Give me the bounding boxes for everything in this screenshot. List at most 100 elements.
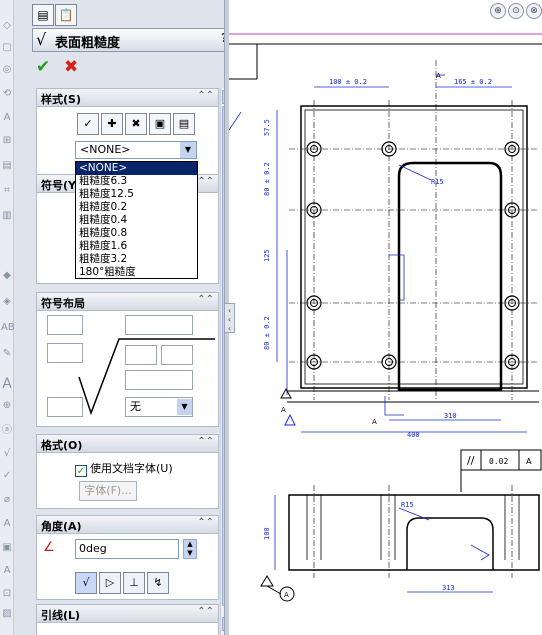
angle-spinner[interactable]: ▲ ▼	[183, 539, 197, 559]
dim-left-2: 80 ± 0.2	[263, 162, 271, 196]
dim-left-4: 80 ± 0.2	[263, 316, 271, 350]
tool-icon[interactable]: ◎	[1, 64, 13, 76]
perpendicular-button[interactable]: ⊥	[123, 572, 145, 594]
delete-style-button[interactable]: ✖	[125, 113, 147, 135]
collapse-icon[interactable]: ⌃⌃	[197, 176, 214, 187]
collapse-icon[interactable]: ⌃⌃	[197, 294, 214, 305]
tool-icon[interactable]: A	[1, 565, 13, 577]
tool-icon[interactable]: ⟲	[1, 88, 13, 100]
style-group-header[interactable]: 样式(S) ⌃⌃	[37, 89, 218, 107]
cancel-button[interactable]: ✖	[64, 57, 78, 77]
save-style-button[interactable]: ▣	[149, 113, 171, 135]
style-option[interactable]: 粗糙度0.8	[76, 227, 197, 240]
format-group-header[interactable]: 格式(O) ⌃⌃	[37, 435, 218, 453]
use-doc-font-label: 使用文档字体(U)	[90, 462, 173, 475]
apply-style-button[interactable]: ✓	[77, 113, 99, 135]
central-pocket	[397, 161, 503, 392]
font-button[interactable]: 字体(F)...	[79, 481, 137, 501]
tool-icon[interactable]: ◈	[1, 296, 13, 308]
use-doc-font-checkbox[interactable]: ✓ 使用文档字体(U)	[75, 460, 173, 477]
drawing-canvas[interactable]: ⊕ ⊙ ⊗ 100 ± 0.2 165 ± 0.2 57.5 80 ± 0.2 …	[229, 0, 542, 635]
layout-select[interactable]: 无 ▼	[125, 397, 193, 417]
leader-group-title: 引线(L)	[41, 609, 81, 622]
drawing-sheet: 100 ± 0.2 165 ± 0.2 57.5 80 ± 0.2 125 80…	[229, 33, 542, 602]
dim-top-left: 100 ± 0.2	[329, 78, 367, 86]
dim-bottom-1: 310	[444, 412, 457, 420]
bolt-holes	[306, 141, 520, 370]
perpendicular-reverse-button[interactable]: ↯	[147, 572, 169, 594]
tool-icon[interactable]: ⊞	[1, 135, 13, 147]
style-select-value: <NONE>	[80, 143, 131, 156]
layout-select-value: 无	[130, 400, 141, 413]
tool-icon[interactable]: ▢	[1, 42, 13, 54]
style-option[interactable]: 粗糙度0.2	[76, 201, 197, 214]
tool-icon[interactable]: A	[1, 112, 13, 124]
dim-bottom-2: 400	[407, 431, 420, 439]
tree-icon: ▤	[37, 8, 49, 22]
tool-icon[interactable]: ⊕	[1, 400, 13, 412]
tool-icon[interactable]: ABC	[1, 322, 22, 334]
collapse-icon[interactable]: ⌃⌃	[197, 606, 214, 617]
format-group: 格式(O) ⌃⌃ ✓ 使用文档字体(U) 字体(F)...	[36, 434, 219, 509]
style-select[interactable]: <NONE> ▼	[75, 141, 197, 159]
style-option[interactable]: <NONE>	[76, 162, 197, 175]
dim-section-width: 313	[442, 584, 455, 592]
rotate-90-icon: ▷	[105, 576, 115, 589]
checkbox-checked-icon[interactable]: ✓	[75, 465, 87, 477]
chevron-down-icon[interactable]: ▼	[177, 399, 192, 415]
angle-group-header[interactable]: 角度(A) ⌃⌃	[37, 516, 218, 534]
leader-group-header[interactable]: 引线(L) ⌃⌃	[37, 605, 218, 623]
collapse-icon[interactable]: ⌃⌃	[197, 517, 214, 528]
tool-icon[interactable]: ▤	[1, 160, 13, 172]
dimension-lines	[229, 74, 527, 433]
tool-icon[interactable]: ▨	[1, 608, 13, 620]
collapse-icon[interactable]: ⌃⌃	[197, 90, 214, 101]
tool-icon[interactable]: ⊡	[1, 588, 13, 600]
dim-left-3: 125	[263, 249, 271, 262]
style-option[interactable]: 粗糙度6.3	[76, 175, 197, 188]
collapse-icon[interactable]: ⌃⌃	[197, 436, 214, 447]
style-option[interactable]: 180°粗糙度	[76, 266, 197, 279]
tool-icon[interactable]: ⌗	[1, 185, 13, 197]
datum-triangle-icon	[284, 413, 296, 426]
symbol-layout-group-title: 符号布局	[41, 297, 85, 310]
tool-icon[interactable]: ◇	[1, 20, 13, 32]
style-option[interactable]: 粗糙度3.2	[76, 253, 197, 266]
tool-icon[interactable]: ⓐ	[1, 425, 13, 437]
style-option[interactable]: 粗糙度12.5	[76, 188, 197, 201]
top-view-outline	[300, 105, 528, 389]
chevron-down-icon[interactable]: ▼	[180, 142, 196, 158]
rotate-90-button[interactable]: ▷	[99, 572, 121, 594]
load-style-button[interactable]: ▤	[173, 113, 195, 135]
add-style-button[interactable]: ✚	[101, 113, 123, 135]
tab-property-manager[interactable]: 📋	[55, 4, 77, 26]
symbol-layout-group-header[interactable]: 符号布局 ⌃⌃	[37, 293, 218, 311]
rotate-upright-button[interactable]: √	[75, 572, 97, 594]
tool-icon[interactable]: ✓	[1, 470, 13, 482]
angle-input[interactable]: 0deg	[75, 539, 179, 559]
angle-group-title: 角度(A)	[41, 520, 82, 533]
style-option[interactable]: 粗糙度0.4	[76, 214, 197, 227]
add-style-icon: ✚	[107, 117, 117, 130]
panel-header: √ 表面粗糙度 ?	[32, 28, 224, 52]
clipboard-icon: 📋	[58, 8, 74, 22]
splitter-grip-icon[interactable]: ‹ ‹ ‹	[224, 303, 235, 333]
style-option[interactable]: 粗糙度1.6	[76, 240, 197, 253]
text-tool-icon[interactable]: A	[1, 377, 13, 391]
flatness-datum: A	[526, 457, 532, 466]
tool-icon[interactable]: ▥	[1, 210, 13, 222]
layout-field-a[interactable]	[47, 315, 83, 335]
tool-icon[interactable]: ✎	[1, 348, 13, 360]
layout-field-b[interactable]	[125, 315, 193, 335]
datum-triangle-icon	[280, 387, 292, 399]
tool-icon[interactable]: ⌀	[1, 494, 13, 506]
tool-icon[interactable]: ◆	[1, 270, 13, 282]
tool-icon[interactable]: ▣	[1, 542, 13, 554]
ok-button[interactable]: ✔	[36, 57, 50, 77]
panel-title: 表面粗糙度	[55, 36, 121, 51]
tool-icon[interactable]: A	[1, 518, 13, 530]
tab-feature-tree[interactable]: ▤	[32, 4, 54, 26]
roughness-tool-icon[interactable]: √	[1, 448, 13, 460]
datum-letter: A	[372, 418, 377, 426]
style-dropdown-list[interactable]: <NONE> 粗糙度6.3 粗糙度12.5 粗糙度0.2 粗糙度0.4 粗糙度0.8 粗糙度…	[75, 161, 198, 279]
